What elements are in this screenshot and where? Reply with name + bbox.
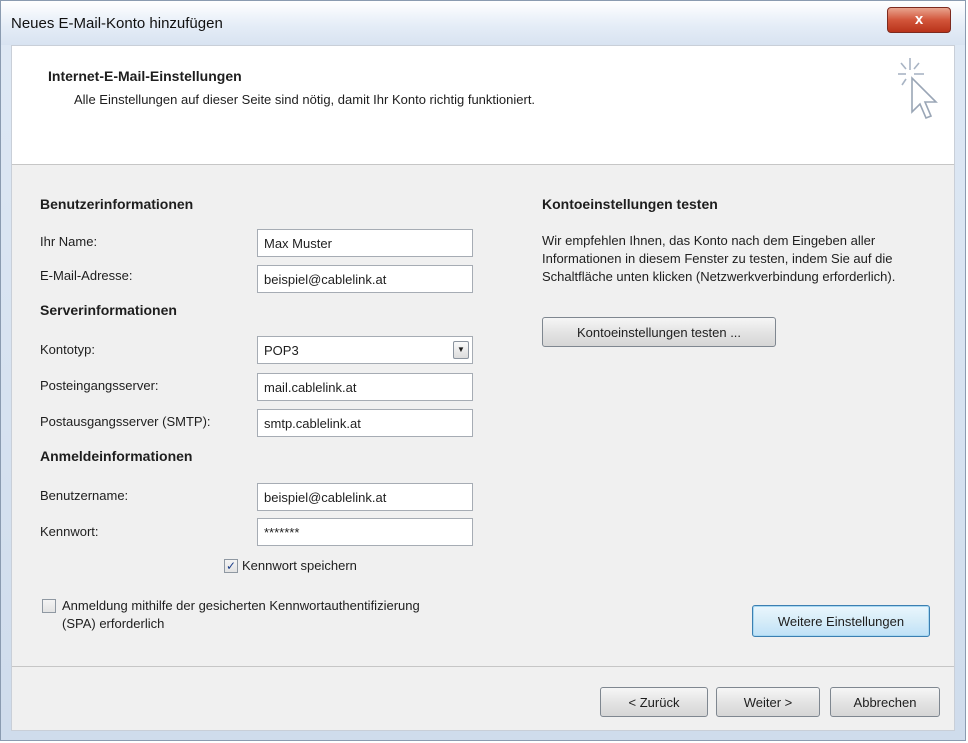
username-input[interactable]	[257, 483, 473, 511]
spa-checkbox[interactable]	[42, 599, 56, 613]
close-button[interactable]: x	[887, 7, 951, 33]
spa-label-line2[interactable]: (SPA) erforderlich	[62, 616, 164, 631]
test-heading: Kontoeinstellungen testen	[542, 196, 718, 212]
page-title: Internet-E-Mail-Einstellungen	[48, 68, 242, 84]
name-label: Ihr Name:	[40, 234, 98, 249]
dialog-content: Internet-E-Mail-Einstellungen Alle Einst…	[11, 45, 955, 731]
spa-label-line1[interactable]: Anmeldung mithilfe der gesicherten Kennw…	[62, 598, 420, 613]
test-description: Wir empfehlen Ihnen, das Konto nach dem …	[542, 233, 896, 284]
password-input[interactable]	[257, 518, 473, 546]
username-label: Benutzername:	[40, 488, 129, 503]
remember-password-checkbox[interactable]: ✓	[224, 559, 238, 573]
chevron-down-icon[interactable]: ▼	[453, 341, 469, 359]
page-header: Internet-E-Mail-Einstellungen Alle Einst…	[12, 46, 954, 165]
outgoing-server-input[interactable]	[257, 409, 473, 437]
back-button[interactable]: < Zurück	[600, 687, 708, 717]
email-input[interactable]	[257, 265, 473, 293]
incoming-server-label: Posteingangsserver:	[40, 378, 159, 393]
password-label: Kennwort:	[40, 524, 99, 539]
check-icon: ✓	[225, 559, 237, 573]
account-type-value: POP3	[264, 343, 299, 358]
wizard-cursor-icon	[898, 58, 938, 120]
dialog-window: Neues E-Mail-Konto hinzufügen x Internet…	[0, 0, 966, 741]
close-icon: x	[914, 11, 924, 28]
account-type-select[interactable]: POP3 ▼	[257, 336, 473, 364]
remember-password-label[interactable]: Kennwort speichern	[242, 558, 357, 573]
incoming-server-input[interactable]	[257, 373, 473, 401]
name-input[interactable]	[257, 229, 473, 257]
next-button[interactable]: Weiter >	[716, 687, 820, 717]
account-type-label: Kontotyp:	[40, 342, 95, 357]
more-settings-button[interactable]: Weitere Einstellungen	[752, 605, 930, 637]
cancel-button[interactable]: Abbrechen	[830, 687, 940, 717]
login-info-heading: Anmeldeinformationen	[40, 448, 193, 464]
outgoing-server-label: Postausgangsserver (SMTP):	[40, 414, 211, 429]
window-title: Neues E-Mail-Konto hinzufügen	[11, 15, 223, 32]
page-subtitle: Alle Einstellungen auf dieser Seite sind…	[74, 92, 536, 107]
title-bar[interactable]: Neues E-Mail-Konto hinzufügen x	[1, 1, 965, 45]
footer-divider	[12, 666, 954, 667]
user-info-heading: Benutzerinformationen	[40, 196, 194, 212]
test-settings-button[interactable]: Kontoeinstellungen testen ...	[542, 317, 776, 347]
email-label: E-Mail-Adresse:	[40, 268, 133, 283]
server-info-heading: Serverinformationen	[40, 302, 177, 318]
